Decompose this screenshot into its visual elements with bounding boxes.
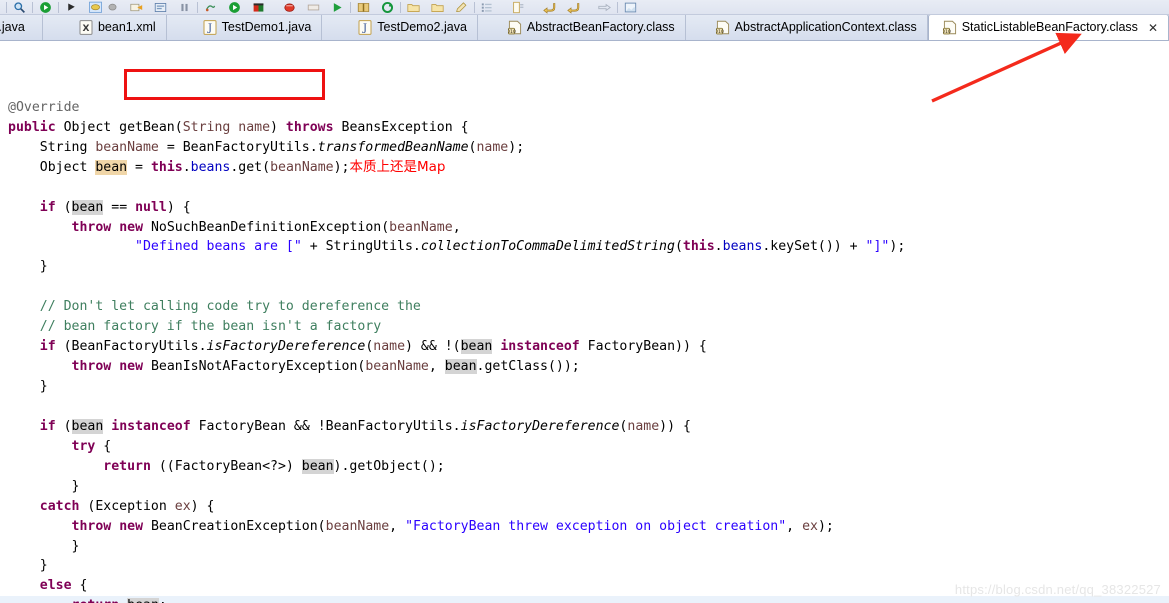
eclipse-ide-window: t1.java X bean1.xml J TestDemo1.java J T… <box>0 0 1169 603</box>
editor-tab-bar: t1.java X bean1.xml J TestDemo1.java J T… <box>0 15 1169 41</box>
code-line: catch (Exception ex) { <box>39 498 215 514</box>
code-line-current: return bean; <box>0 596 1169 603</box>
svg-text:J: J <box>362 23 367 34</box>
javadoc-icon[interactable] <box>355 0 372 14</box>
code-line: } <box>8 538 80 554</box>
toolbar-separator <box>474 1 475 13</box>
blog-watermark: https://blog.csdn.net/qq_38322527 <box>954 582 1161 597</box>
editor-tab-testdemo2-java[interactable]: J TestDemo2.java <box>322 15 478 40</box>
code-line: // Don't let calling code try to derefer… <box>39 299 421 315</box>
class-file-icon: 010 <box>715 20 730 35</box>
editor-tab-staticlistablebeanfactory-class[interactable]: 010 StaticListableBeanFactory.class ✕ <box>927 15 1169 40</box>
code-line: if (BeanFactoryUtils.isFactoryDereferenc… <box>39 339 707 355</box>
toolbar-separator <box>350 1 351 13</box>
code-line: String beanName = BeanFactoryUtils.trans… <box>8 139 525 155</box>
run-last-icon[interactable] <box>226 0 243 14</box>
tab-label: TestDemo1.java <box>221 19 312 34</box>
toolbar-separator <box>197 1 198 13</box>
outline-icon[interactable] <box>479 0 496 14</box>
svg-text:010: 010 <box>943 29 951 35</box>
class-file-icon: 010 <box>942 20 957 35</box>
toolbar-separator <box>6 1 7 13</box>
next-annotation-icon[interactable] <box>596 0 613 14</box>
svg-text:010: 010 <box>716 28 724 34</box>
external-tools-icon[interactable] <box>128 0 145 14</box>
svg-text:010: 010 <box>508 28 516 34</box>
debug-icon[interactable] <box>63 0 80 14</box>
code-line: throw new BeanIsNotAFactoryException(bea… <box>71 359 580 375</box>
svg-text:X: X <box>82 24 89 34</box>
editor-tab-testdemo1-java[interactable]: J TestDemo1.java <box>167 15 323 40</box>
editor-tab-t1-java[interactable]: t1.java <box>0 15 43 40</box>
code-line: } <box>8 478 80 494</box>
toolbar-separator <box>32 1 33 13</box>
run-icon[interactable] <box>37 0 54 14</box>
code-line: try { <box>71 438 112 454</box>
forward-icon[interactable] <box>565 0 582 14</box>
code-line: } <box>8 259 48 275</box>
editor-tab-abstractbeanfactory-class[interactable]: 010 AbstractBeanFactory.class <box>478 15 686 40</box>
java-source-editor[interactable]: @Override public Object getBean(String na… <box>0 41 1169 603</box>
new-folder-icon[interactable] <box>405 0 422 14</box>
restore-window-icon[interactable] <box>622 0 639 14</box>
close-icon[interactable]: ✕ <box>1148 22 1158 34</box>
code-line: throw new NoSuchBeanDefinitionException(… <box>71 219 461 235</box>
editor-tab-bean1-xml[interactable]: X bean1.xml <box>43 15 167 40</box>
source-code-text: @Override public Object getBean(String na… <box>0 58 1169 603</box>
tab-label: bean1.xml <box>97 19 156 34</box>
tab-label: StaticListableBeanFactory.class <box>961 20 1138 35</box>
code-line: if (bean == null) { <box>39 199 191 215</box>
refresh-icon[interactable] <box>379 0 396 14</box>
new-java-class-icon[interactable] <box>87 0 104 14</box>
run-play-icon[interactable] <box>329 0 346 14</box>
eclipse-toolbar <box>0 0 1169 15</box>
java-file-icon: J <box>358 19 372 35</box>
java-file-icon: J <box>203 19 217 35</box>
terminate-icon[interactable] <box>250 0 267 14</box>
tab-label: AbstractBeanFactory.class <box>526 19 675 34</box>
tab-label: t1.java <box>0 19 25 34</box>
back-icon[interactable] <box>541 0 558 14</box>
coverage-icon[interactable] <box>202 0 219 14</box>
toolbar-separator <box>400 1 401 13</box>
toolbar-separator <box>617 1 618 13</box>
code-line: "Defined beans are [" + StringUtils.coll… <box>135 239 906 255</box>
editor-tab-abstractapplicationcontext-class[interactable]: 010 AbstractApplicationContext.class <box>686 15 928 40</box>
tab-label: AbstractApplicationContext.class <box>734 19 917 34</box>
code-line: // bean factory if the bean isn't a fact… <box>39 319 382 335</box>
code-line: if (bean instanceof FactoryBean && !Bean… <box>39 418 691 434</box>
tab-label: TestDemo2.java <box>377 19 467 34</box>
xml-file-icon: X <box>79 19 93 35</box>
code-line: return ((FactoryBean<?>) bean).getObject… <box>103 458 445 474</box>
code-line: throw new BeanCreationException(beanName… <box>71 518 834 534</box>
svg-text:J: J <box>207 23 212 34</box>
search-icon[interactable] <box>11 0 28 14</box>
edit-icon[interactable] <box>453 0 470 14</box>
open-type-icon[interactable] <box>152 0 169 14</box>
code-line: } <box>8 379 48 395</box>
pause-icon[interactable] <box>176 0 193 14</box>
open-folder-icon[interactable] <box>429 0 446 14</box>
stop-icon[interactable] <box>281 0 298 14</box>
new-package-icon[interactable] <box>104 0 121 14</box>
console-icon[interactable] <box>305 0 322 14</box>
code-line: public Object getBean(String name) throw… <box>8 119 469 135</box>
toolbar-separator <box>58 1 59 13</box>
code-line: } <box>8 558 48 574</box>
class-file-icon: 010 <box>507 20 522 35</box>
code-line: @Override <box>8 99 80 115</box>
code-line: Object bean = this.beans.get(beanName);本… <box>8 158 446 175</box>
new-file-icon[interactable] <box>510 0 527 14</box>
